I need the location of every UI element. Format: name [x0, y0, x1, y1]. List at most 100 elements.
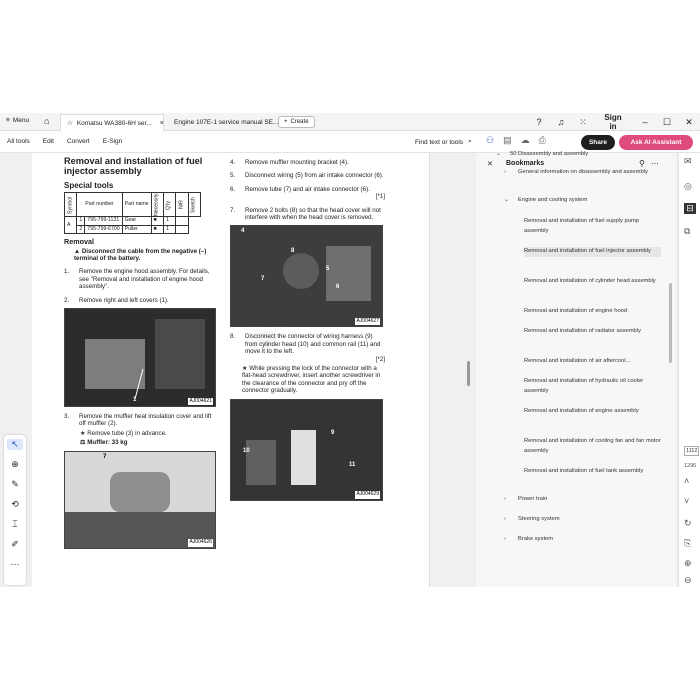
bookmark-label: Removal and installation of fuel injecto…	[524, 248, 651, 254]
share-button[interactable]: Share	[581, 135, 615, 150]
photo-code: AJ004627	[355, 318, 380, 326]
chevron-icon[interactable]: ⌄	[504, 196, 518, 206]
scroll-thumb[interactable]	[467, 361, 470, 386]
more-icon[interactable]: ⋯	[11, 559, 20, 570]
current-page[interactable]: 1112	[684, 446, 700, 456]
bookmark-item[interactable]: Removal and installation of fuel supply …	[524, 217, 661, 236]
ref-2: [*2]	[375, 355, 385, 363]
bookmark-label: Power train	[518, 496, 548, 502]
help-icon[interactable]: ?	[528, 117, 550, 127]
table-cell: 795-799-1131	[84, 216, 123, 226]
step-3: 3. Remove the muffler heat insulation cov…	[64, 413, 212, 428]
bookmark-item[interactable]: ⌄ Engine and cooling system	[504, 196, 661, 206]
bookmark-item[interactable]: Removal and installation of engine assem…	[524, 407, 661, 417]
bookmark-item[interactable]: › General information on disassembly and …	[504, 168, 661, 178]
all-tools-button[interactable]: All tools	[7, 138, 30, 145]
save-icon[interactable]: ▤	[503, 135, 512, 146]
bookmark-options-icon[interactable]: ⚲⋯	[639, 159, 665, 168]
right-column: 4. Remove muffler mounting bracket (4). 5…	[230, 153, 385, 501]
chevron-icon[interactable]: ›	[504, 535, 518, 545]
stamp-icon[interactable]: ✐	[11, 539, 19, 550]
table-header-cell: Part number	[76, 192, 123, 218]
network-icon[interactable]: ⚇	[486, 135, 494, 146]
find-text-field[interactable]: Find text or tools ⌕	[415, 138, 472, 146]
search-icon: ⌕	[468, 138, 472, 145]
tab-engine-manual[interactable]: Engine 107E-1 service manual SE...×	[168, 114, 291, 131]
machine-photo-2	[65, 451, 215, 548]
bookmark-item[interactable]: Removal and installation of cylinder hea…	[524, 277, 661, 287]
pen-icon[interactable]: ✎	[11, 479, 19, 490]
table-cell: ■	[150, 216, 164, 226]
text-select-icon[interactable]: ⌶	[12, 519, 17, 530]
toolbar-nav: All tools Edit Convert E-Sign	[7, 138, 122, 145]
close-window-icon[interactable]: ✕	[678, 117, 700, 128]
bookmark-item[interactable]: Removal and installation of fuel injecto…	[524, 247, 661, 257]
bookmark-label: 50 Disassembly and assembly	[510, 151, 589, 157]
bookmark-item[interactable]: Removal and installation of radiator ass…	[524, 327, 661, 337]
bookmarks-scrollbar[interactable]	[669, 283, 672, 363]
convert-button[interactable]: Convert	[67, 138, 90, 145]
photo-code: AJ004629	[355, 491, 380, 499]
step-6: 6. Remove tube (7) and air intake connect…	[230, 185, 370, 193]
bookmark-label: Steering system	[518, 516, 560, 522]
tab-komatsu[interactable]: ☆ Komatsu WA380-6H ser... ×	[60, 114, 164, 131]
comment-icon[interactable]: ⊕	[11, 459, 19, 470]
bookmark-label: Brake system	[518, 536, 554, 542]
bookmark-item[interactable]: › Power train	[504, 495, 661, 505]
hamburger-icon: ≡	[6, 117, 10, 124]
bookmark-item[interactable]: › Steering system	[504, 515, 661, 525]
maximize-icon[interactable]: ☐	[656, 117, 678, 128]
zoom-in-icon[interactable]: ⊕	[684, 558, 692, 569]
window-controls: ? ♫ ⁙ Sign in – ☐ ✕	[528, 113, 700, 131]
chevron-icon[interactable]: ⌄	[496, 150, 510, 160]
photo-label: 10	[243, 447, 250, 454]
bookmark-item[interactable]: Removal and installation of air aftercoo…	[524, 357, 661, 367]
menu-button[interactable]: ≡ Menu	[6, 117, 29, 124]
rotate-icon[interactable]: ↻	[684, 518, 692, 529]
page-scrollbar[interactable]	[464, 153, 472, 587]
table-cell: ■	[150, 224, 164, 235]
edit-button[interactable]: Edit	[43, 138, 54, 145]
ai-assistant-button[interactable]: Ask AI Assistant	[619, 135, 693, 150]
bookmark-item[interactable]: › Brake system	[504, 535, 661, 545]
sign-in-button[interactable]: Sign in	[602, 113, 624, 131]
photo-label: 7	[261, 276, 265, 283]
chevron-icon[interactable]: ›	[504, 495, 518, 505]
print-icon[interactable]: ⎙	[539, 135, 546, 146]
document-page: ✦ ✦ ✦ Removal and installation of fuel i…	[32, 153, 430, 587]
photo-covers: 1 AJ004621	[64, 308, 216, 408]
minimize-icon[interactable]: –	[634, 117, 656, 127]
apps-icon[interactable]: ⁙	[572, 117, 594, 128]
bell-icon[interactable]: ♫	[550, 117, 572, 127]
muffler-weight: ⚖ Muffler: 33 kg	[80, 439, 128, 447]
create-tab-button[interactable]: + Create	[278, 116, 315, 128]
lasso-icon[interactable]: ⟲	[11, 499, 19, 510]
chevron-icon[interactable]: ›	[504, 515, 518, 525]
comments-icon[interactable]: ◎	[684, 181, 692, 192]
bookmark-item[interactable]: Removal and installation of cooling fan …	[524, 437, 661, 456]
bookmarks-icon[interactable]: ⊟	[684, 203, 696, 214]
select-cursor-icon[interactable]: ↖	[7, 439, 23, 450]
bookmark-item[interactable]: ⌄ 50 Disassembly and assembly	[496, 150, 661, 160]
chevron-icon[interactable]: ›	[504, 168, 518, 178]
bookmark-label: Removal and installation of cylinder hea…	[524, 278, 656, 284]
ref-1: [*1]	[375, 193, 385, 201]
zoom-out-icon[interactable]: ⊖	[684, 575, 692, 586]
home-icon[interactable]: ⌂	[44, 116, 49, 126]
step-2: 2. Remove right and left covers (1).	[64, 296, 169, 304]
upload-cloud-icon[interactable]: ☁	[521, 135, 530, 146]
close-tab-icon[interactable]: ×	[160, 120, 164, 127]
extract-icon[interactable]: ⎘	[684, 538, 691, 549]
bookmark-item[interactable]: Removal and installation of fuel tank as…	[524, 467, 661, 477]
machine-photo-3	[231, 226, 382, 327]
pages-icon[interactable]: ⧉	[684, 226, 690, 237]
esign-button[interactable]: E-Sign	[103, 138, 123, 145]
page-down-icon[interactable]: ˅	[684, 496, 689, 506]
ai-chat-icon[interactable]: ✉	[684, 156, 692, 167]
bookmark-item[interactable]: Removal and installation of engine hood	[524, 307, 661, 317]
page-up-icon[interactable]: ˄	[684, 476, 689, 486]
bookmark-label: Removal and installation of radiator ass…	[524, 328, 641, 334]
photo-label: 5	[326, 266, 330, 273]
close-panel-icon[interactable]: ✕	[487, 160, 493, 168]
bookmark-item[interactable]: Removal and installation of hydraulic oi…	[524, 377, 661, 396]
